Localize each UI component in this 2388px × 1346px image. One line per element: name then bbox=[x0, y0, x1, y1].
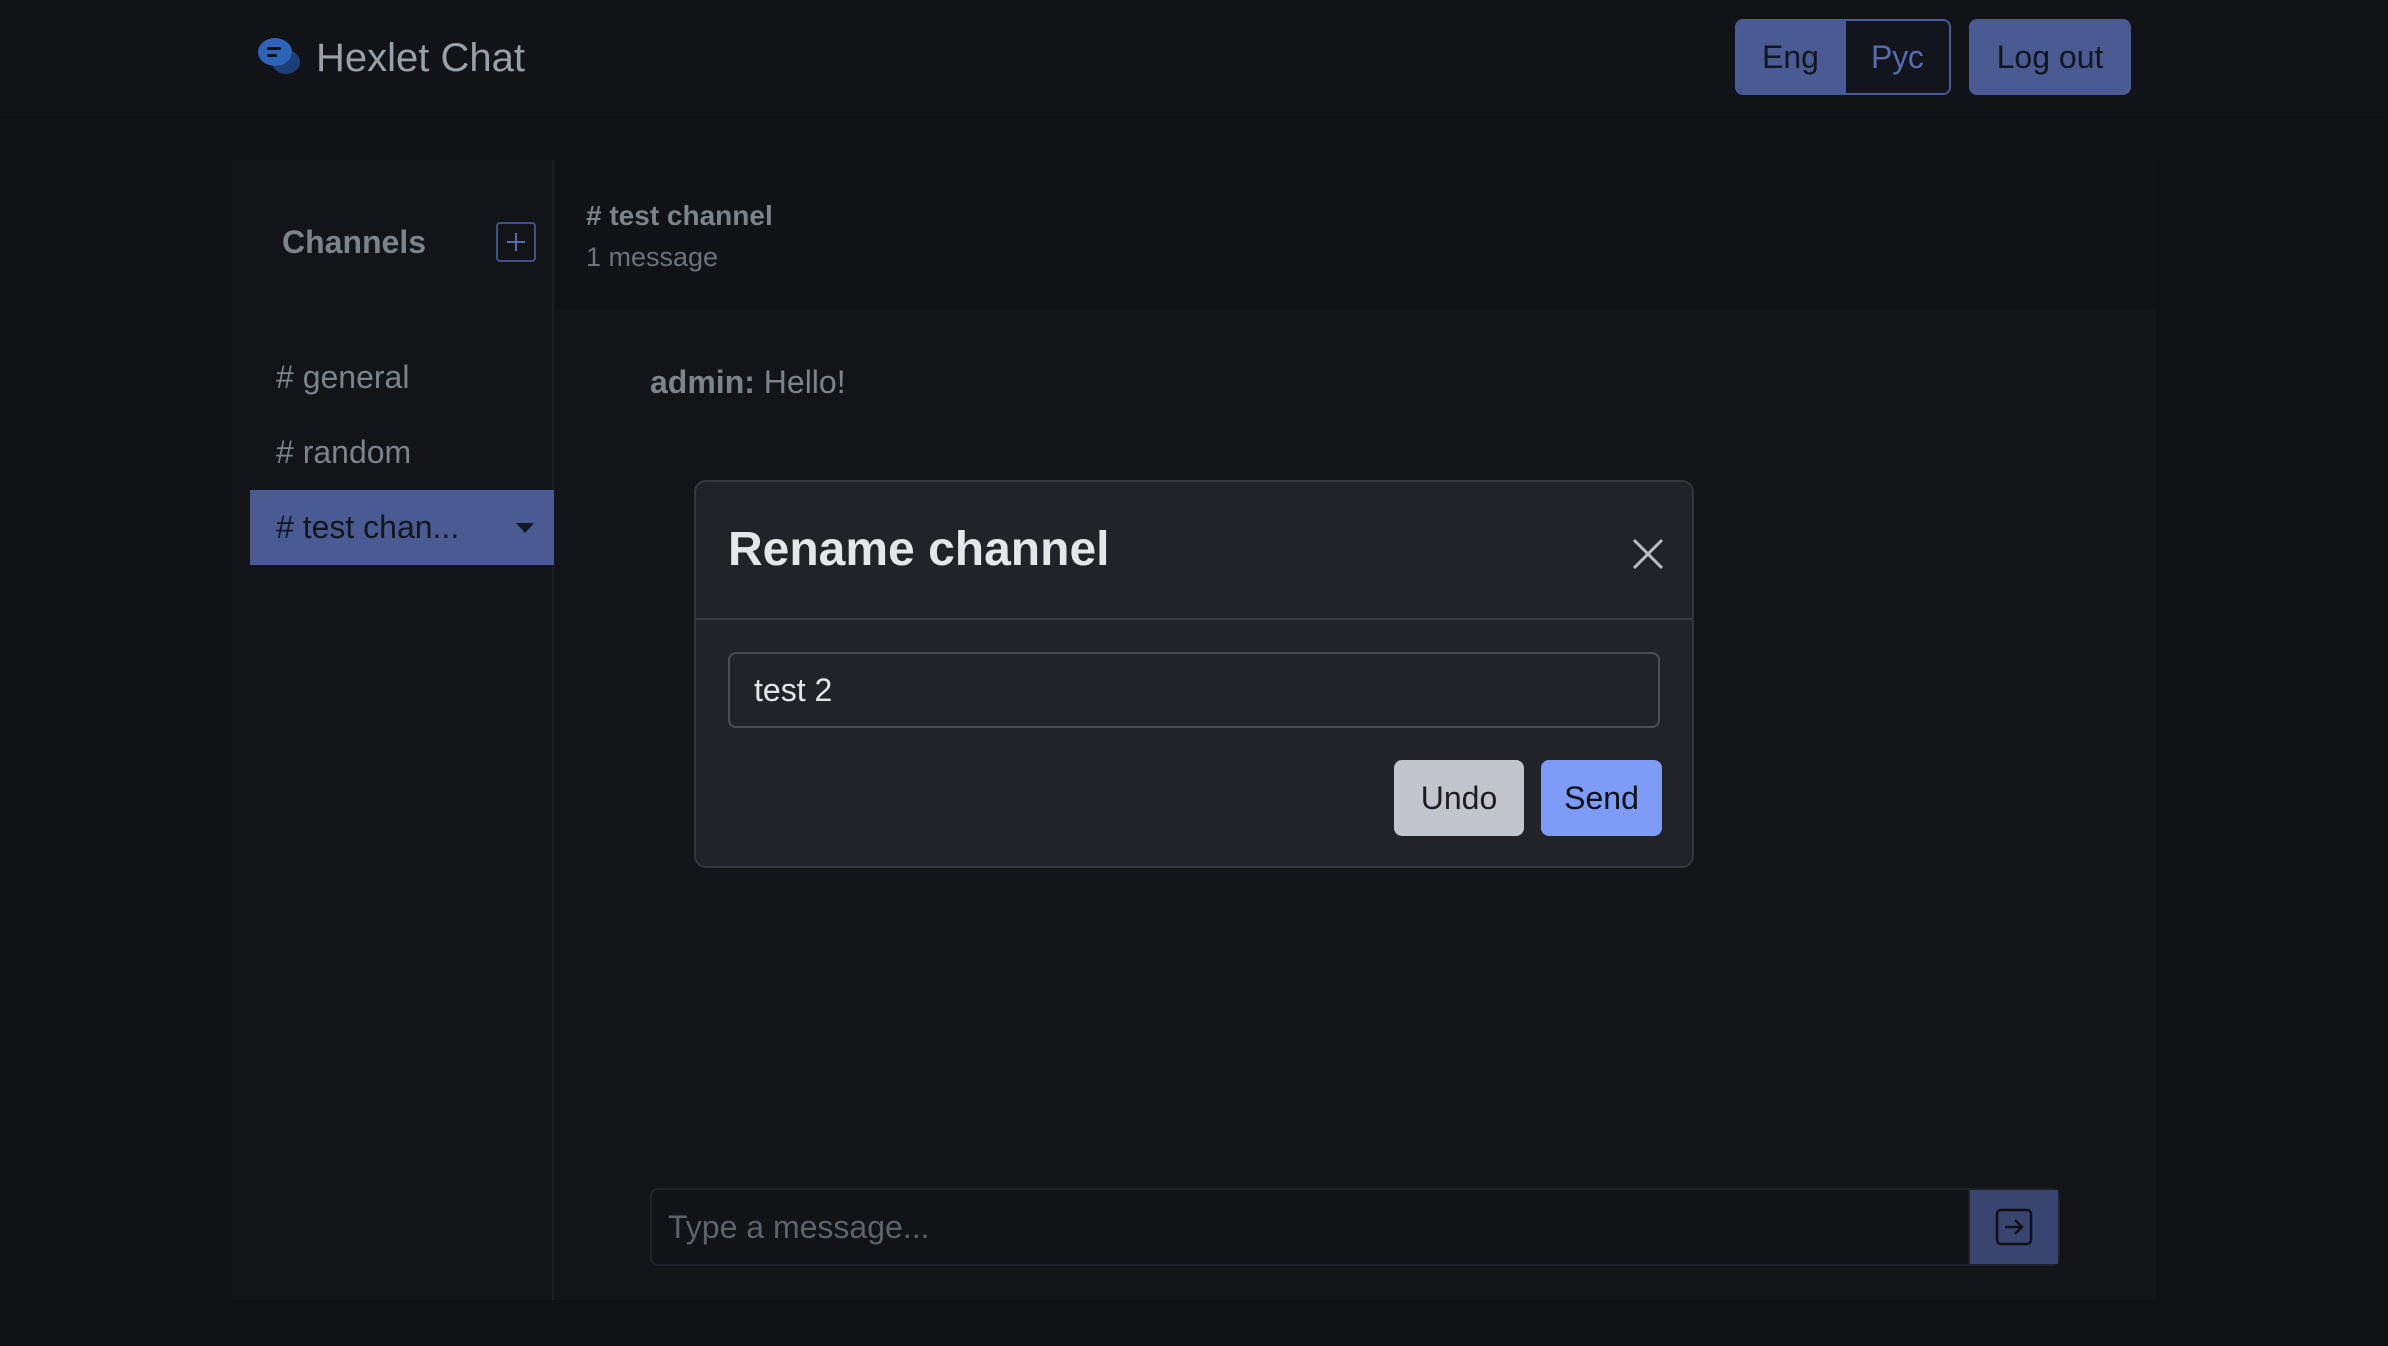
modal-header: Rename channel bbox=[696, 482, 1692, 620]
app-root: Hexlet Chat Eng Рус Log out Channels # g… bbox=[0, 0, 2388, 1346]
rename-channel-modal: Rename channel Undo Send bbox=[694, 480, 1694, 868]
lang-rus-button[interactable]: Рус bbox=[1843, 21, 1949, 93]
caret-down-icon[interactable] bbox=[516, 522, 534, 533]
brand[interactable]: Hexlet Chat bbox=[256, 34, 525, 82]
channel-list: # general # random # test chan... bbox=[250, 340, 554, 565]
language-switcher: Eng Рус bbox=[1735, 19, 1951, 95]
send-message-button[interactable] bbox=[1968, 1190, 2058, 1264]
logout-button[interactable]: Log out bbox=[1969, 19, 2131, 95]
channel-name-input[interactable] bbox=[728, 652, 1660, 728]
channel-item-test[interactable]: # test chan... bbox=[250, 490, 554, 565]
channel-title: # test channel bbox=[586, 200, 773, 231]
channel-item-general[interactable]: # general bbox=[250, 340, 554, 415]
message-count: 1 message bbox=[586, 242, 719, 272]
channel-item-label: # test chan... bbox=[276, 509, 460, 545]
plus-icon bbox=[507, 233, 525, 251]
chat-bubbles-icon bbox=[256, 34, 302, 83]
channels-sidebar: Channels # general # random # test chan.… bbox=[232, 160, 554, 1300]
undo-button[interactable]: Undo bbox=[1394, 760, 1524, 836]
message-composer bbox=[650, 1188, 2060, 1266]
lang-eng-button[interactable]: Eng bbox=[1737, 21, 1844, 93]
message-text: Hello! bbox=[763, 364, 846, 400]
channels-header: Channels bbox=[282, 224, 427, 260]
modal-title: Rename channel bbox=[728, 523, 1110, 576]
brand-name: Hexlet Chat bbox=[316, 35, 525, 80]
channel-item-random[interactable]: # random bbox=[250, 415, 554, 490]
message-item: admin: Hello! bbox=[650, 364, 846, 401]
arrow-right-square-icon bbox=[1995, 1208, 2033, 1246]
message-author: admin: bbox=[650, 364, 755, 400]
navbar: Hexlet Chat Eng Рус Log out bbox=[0, 0, 2388, 116]
close-icon[interactable] bbox=[1628, 534, 1668, 574]
send-button[interactable]: Send bbox=[1541, 760, 1662, 836]
message-input[interactable] bbox=[652, 1190, 1968, 1264]
chat-header: # test channel 1 message bbox=[556, 160, 2156, 310]
add-channel-button[interactable] bbox=[496, 222, 536, 262]
